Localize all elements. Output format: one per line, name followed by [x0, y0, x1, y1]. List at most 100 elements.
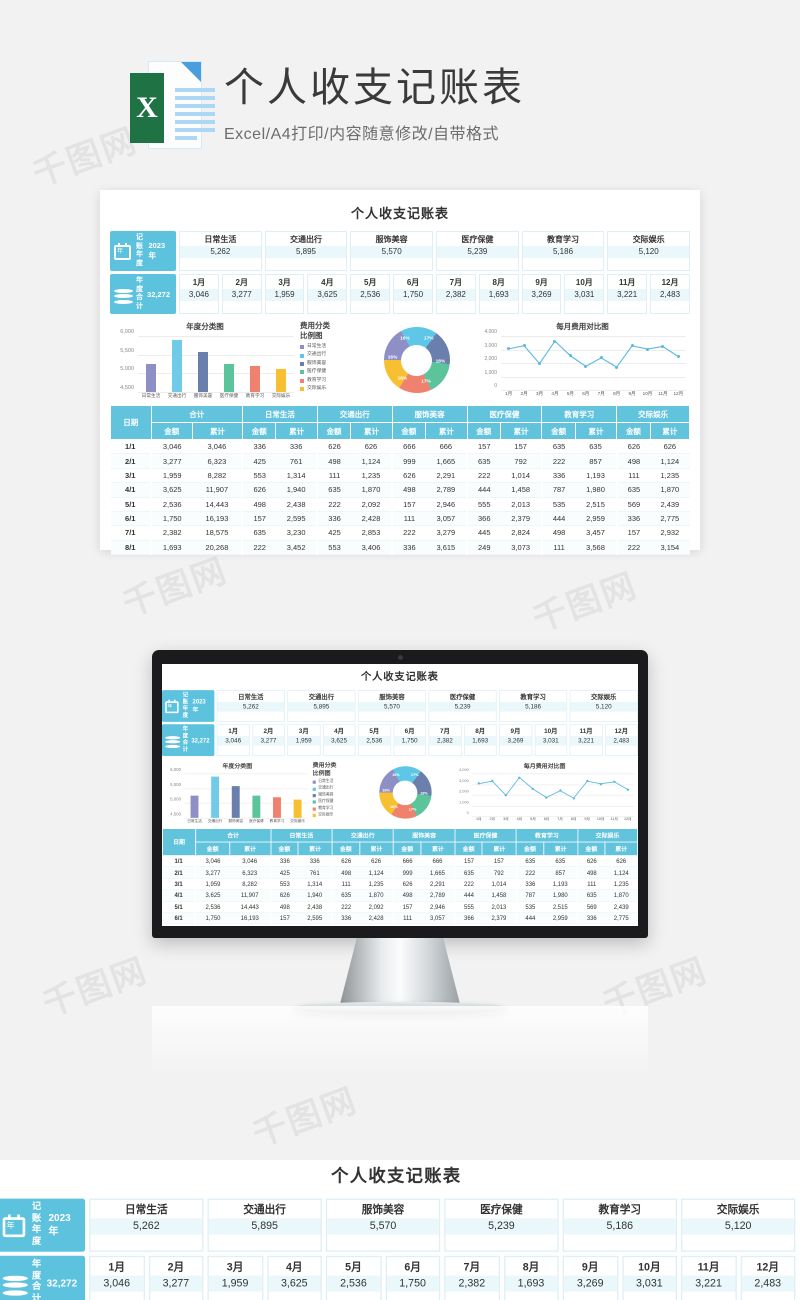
cell-value: 666	[391, 439, 426, 455]
category-summary-cell: 医疗保健 5,239	[436, 231, 519, 271]
table-row: 2/1 3,277 6,323 425 761 498 1,124 999 1,665 635 79…	[162, 866, 638, 879]
sheet-preview-card: 个人收支记账表 年 记账 年度 2023年 日常生活 5,262 交通出行 5,8…	[100, 190, 700, 556]
cell-value: 16,193	[192, 511, 243, 527]
line-x-tick: 12月	[623, 817, 632, 822]
calendar-icon: 年	[2, 1213, 28, 1238]
cell-value: 2,789	[420, 889, 455, 902]
cell-date: 5/1	[110, 497, 152, 512]
cell-value: 635	[576, 889, 606, 902]
cell-value: 222	[454, 878, 483, 891]
col-group: 合计	[150, 405, 243, 423]
col-sub: 累计	[481, 841, 517, 856]
cell-date: 1/1	[162, 855, 196, 868]
excel-file-icon: X	[130, 59, 215, 151]
cell-value: 1,314	[298, 878, 333, 891]
cell-value: 2,946	[425, 497, 468, 512]
cell-value: 1,870	[359, 889, 394, 902]
cell-value: 2,789	[425, 482, 468, 498]
expense-ratio-donut-chart: 费用分类 比例图 日常生活 交通出行 服饰美容 医疗保健 教育学习 交际娱乐 17% 18% 1…	[312, 760, 452, 825]
bar-y-tick: 6,000	[120, 329, 134, 335]
summary-row-categories: 年 记账 年度 2023年 日常生活 5,262 交通出行 5,895 服饰美容 …	[0, 1198, 796, 1252]
bar	[293, 799, 302, 818]
month-value: 2,483	[741, 1275, 795, 1292]
cell-value: 635	[575, 439, 617, 455]
cell-value: 1,750	[194, 912, 230, 925]
cell-value: 444	[515, 912, 544, 925]
table-group-header-row: 日期 合计 日常生活 交通出行 服饰美容 医疗保健 教育学习 交际娱乐	[162, 828, 638, 856]
month-name: 10月	[575, 278, 593, 287]
line-point	[518, 776, 521, 779]
cell-value: 2,092	[359, 901, 394, 913]
legend-label: 日常生活	[307, 344, 327, 349]
month-summary-cell: 7月 2,382	[435, 274, 476, 314]
cell-value: 2,536	[194, 901, 230, 913]
month-name: 9月	[581, 1261, 599, 1274]
table-row: 5/1 2,536 14,443 498 2,438 222 2,092 157 2,946 55…	[110, 497, 690, 512]
line-point	[613, 780, 616, 783]
monitor-floor-shadow	[152, 1006, 648, 1076]
month-name: 2月	[263, 727, 274, 735]
month-value: 1,750	[393, 736, 426, 746]
bar-y-tick: 4,500	[170, 812, 182, 818]
month-name: 3月	[298, 727, 309, 735]
table-row: 1/1 3,046 3,046 336 336 626 626 666 666 157 157 635…	[162, 855, 638, 868]
cell-value: 626	[269, 889, 299, 902]
line-point	[626, 788, 630, 791]
line-point	[599, 782, 602, 785]
line-y-tick: 1,000	[484, 369, 497, 376]
table-row: 7/12,38218,5756353,2304252,8532223,27944…	[110, 525, 690, 541]
legend-label: 交通出行	[318, 786, 334, 791]
cell-value: 3,057	[425, 511, 468, 527]
table-row: 6/1 1,750 16,193 157 2,595 336 2,428 111 3,057 36…	[162, 912, 638, 925]
category-summary-cell: 日常生活 5,262	[89, 1198, 204, 1252]
cell-value: 1,870	[650, 482, 690, 498]
month-summary-cell: 6月 1,750	[385, 1255, 441, 1300]
month-value: 2,382	[436, 289, 475, 301]
month-name: 11月	[618, 278, 636, 287]
category-value: 5,895	[288, 702, 355, 712]
legend-swatch	[312, 780, 316, 784]
cell-value: 787	[515, 889, 544, 902]
cell-value: 2,382	[194, 923, 230, 926]
table-row: 4/1 3,625 11,907 626 1,940 635 1,870 498 2,789 44…	[110, 482, 690, 498]
month-summary-cell: 9月 3,269	[562, 1255, 618, 1300]
line-y-tick: 0	[494, 383, 497, 389]
cell-value: 111	[576, 878, 606, 891]
col-sub: 金额	[515, 841, 545, 856]
cell-value: 336	[391, 540, 426, 556]
cell-value: 336	[615, 511, 651, 527]
category-name: 日常生活	[238, 693, 264, 701]
donut-slice-label: 16%	[392, 773, 400, 778]
legend-label: 交通出行	[307, 352, 327, 358]
col-group: 交通出行	[316, 405, 393, 423]
cell-value: 3,452	[275, 540, 318, 556]
col-sub: 累计	[649, 422, 691, 440]
record-year-value: 2023年	[148, 241, 166, 260]
cell-value: 3,046	[150, 439, 193, 455]
summary-row-categories: 年 记账 年度 2023年 日常生活 5,262 交通出行 5,895 服饰美容 …	[110, 231, 691, 271]
category-name: 日常生活	[204, 235, 237, 244]
cell-value: 111	[316, 468, 351, 484]
cell-value: 3,279	[420, 923, 455, 926]
donut-slice-label: 18%	[435, 359, 446, 364]
annual-total-label: 年度 合计	[136, 277, 143, 310]
cell-value: 157	[454, 855, 483, 868]
cell-value: 626	[359, 855, 394, 868]
month-name: 9月	[535, 278, 548, 287]
category-name: 医疗保健	[461, 235, 494, 244]
month-name: 1月	[192, 278, 206, 287]
month-value: 3,046	[217, 736, 249, 746]
line-point	[615, 365, 619, 369]
line-chart-title: 每月费用对比图	[523, 762, 566, 770]
cell-value: 2,853	[359, 923, 394, 926]
cell-value: 761	[298, 866, 333, 879]
category-value: 5,120	[608, 246, 690, 258]
category-value: 5,120	[570, 702, 638, 712]
line-y-tick: 2,000	[458, 789, 469, 795]
cell-value: 1,959	[194, 878, 230, 891]
month-value: 1,750	[386, 1275, 439, 1292]
cell-value: 2,013	[500, 497, 542, 512]
bar-x-tick: 日常生活	[141, 393, 161, 398]
cell-value: 1,235	[605, 878, 638, 891]
cell-value: 18,575	[229, 923, 271, 926]
